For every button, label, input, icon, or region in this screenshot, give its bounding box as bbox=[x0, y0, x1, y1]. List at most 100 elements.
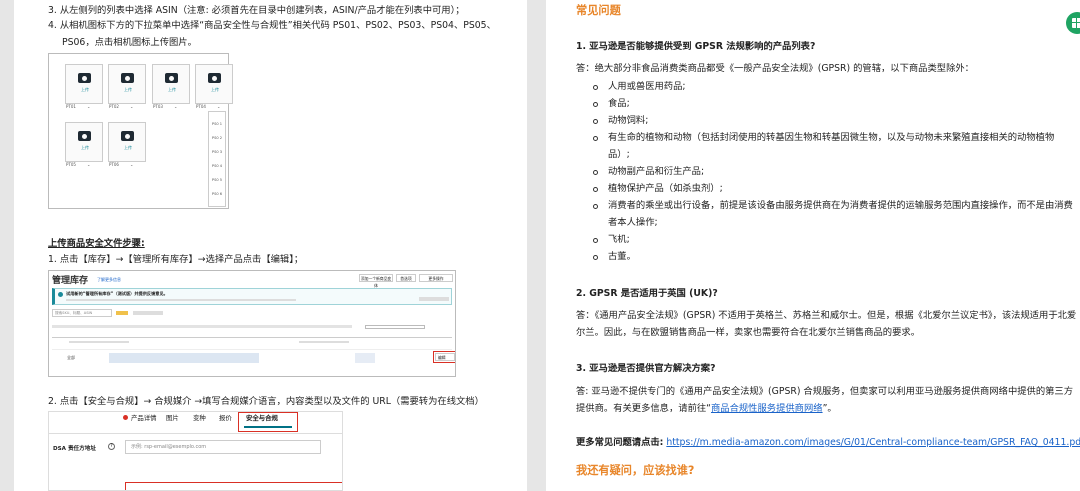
answer-3-line-2: 提供商。有关更多信息，请前往“商品合规性服务提供商网络”。 bbox=[576, 403, 837, 415]
exclusion-item: 食品; bbox=[608, 98, 630, 109]
photo-code[interactable]: PT02 bbox=[109, 104, 119, 109]
answer-1-intro: 答：绝大部分非食品消费类商品都受《一般产品安全法规》(GPSR) 的管辖，以下商… bbox=[576, 63, 974, 74]
camera-icon bbox=[121, 73, 134, 83]
inventory-row-label: 全部 bbox=[67, 355, 75, 360]
upload-step-1: 1. 点击【库存】→【管理所有库存】→选择产品点击【编辑】； bbox=[48, 254, 304, 265]
answer-3-prefix: 提供商。有关更多信息，请前往“ bbox=[576, 403, 711, 414]
highlight-box bbox=[125, 482, 342, 490]
inventory-search-input[interactable]: 搜索SKU、标题、ASIN bbox=[52, 309, 112, 317]
upload-label: 上传 bbox=[124, 87, 132, 92]
photo-slot[interactable]: 上传 bbox=[65, 64, 103, 104]
chevron-down-icon: ⌄ bbox=[130, 104, 134, 109]
dropdown-option[interactable]: PS0 4 bbox=[210, 164, 224, 168]
exclusion-item-cont: 品）; bbox=[608, 149, 630, 160]
document-page-left: 3. 从左侧列的列表中选择 ASIN（注意: 必须首先在目录中创建列表，ASIN… bbox=[14, 0, 527, 491]
inventory-title: 管理库存 bbox=[52, 276, 89, 286]
chevron-down-icon: ⌄ bbox=[130, 162, 134, 167]
dropdown-option[interactable]: PS0 2 bbox=[210, 136, 224, 140]
exclusion-item: 有生命的植物和动物（包括封闭使用的转基因生物和转基因微生物，以及与动物未来繁殖直… bbox=[608, 132, 1055, 143]
bullet bbox=[593, 255, 598, 260]
chevron-down-icon: ⌄ bbox=[87, 104, 91, 109]
highlight-box bbox=[433, 351, 455, 363]
camera-icon bbox=[208, 73, 221, 83]
exclusion-item: 人用或兽医用药品; bbox=[608, 81, 686, 92]
beta-notice: 试用新的“管理所有库存”（测试版）并提供反馈意见。 bbox=[52, 288, 452, 305]
camera-icon bbox=[121, 131, 134, 141]
add-variation-button[interactable]: 添加一个新商品变体 bbox=[359, 274, 393, 288]
answer-2-line-1: 答：《通用产品安全法规》(GPSR) 不适用于英格兰、苏格兰和威尔士。但是，根据… bbox=[576, 310, 1077, 321]
chevron-down-icon: ⌄ bbox=[217, 104, 221, 109]
bullet bbox=[593, 119, 598, 124]
dropdown-option[interactable]: PS0 3 bbox=[210, 150, 224, 154]
question-2: 2. GPSR 是否适用于英国 (UK)? bbox=[576, 288, 718, 299]
bullet bbox=[593, 136, 598, 141]
step-4-text-cont: PS06，点击相机图标上传图片。 bbox=[62, 37, 197, 48]
camera-icon bbox=[165, 73, 178, 83]
preferences-button[interactable]: 首选项 bbox=[396, 274, 416, 282]
question-1: 1. 亚马逊是否能够提供受到 GPSR 法规影响的产品列表? bbox=[576, 41, 816, 52]
exclusion-item: 植物保护产品（如杀虫剂）; bbox=[608, 183, 723, 194]
question-3: 3. 亚马逊是否提供官方解决方案? bbox=[576, 363, 716, 374]
inventory-learn-more[interactable]: 了解更多信息 bbox=[97, 277, 121, 283]
bullet bbox=[593, 187, 598, 192]
upload-label: 上传 bbox=[124, 145, 132, 150]
provider-network-link[interactable]: 商品合规性服务提供商网络 bbox=[711, 403, 823, 414]
photo-upload-screenshot: 上传 PT01 ⌄ 上传 PT02 ⌄ 上传 PT03 ⌄ 上传 PT04 ⌄ … bbox=[48, 53, 233, 209]
warning-icon bbox=[123, 415, 128, 420]
photo-code[interactable]: PT06 bbox=[109, 162, 119, 167]
dropdown-option[interactable]: PS0 6 bbox=[210, 192, 224, 196]
exclusion-item-cont: 者本人操作; bbox=[608, 217, 658, 228]
photo-code[interactable]: PT03 bbox=[153, 104, 163, 109]
photo-code[interactable]: PT04 bbox=[196, 104, 206, 109]
exclusion-item: 消费者的乘坐或出行设备，前提是该设备由服务提供商在为消费者提供的运输服务范围内直… bbox=[608, 200, 1073, 211]
exclusion-item: 动物饲料; bbox=[608, 115, 649, 126]
answer-3-suffix: ”。 bbox=[822, 403, 837, 414]
tab-product-details[interactable]: 产品详情 bbox=[131, 413, 157, 422]
sheets-icon[interactable] bbox=[1066, 12, 1080, 34]
compliance-screenshot: 产品详情 图片 变种 报价 安全与合规 DSA 责任方地址 ? 示例: rsp-… bbox=[48, 411, 343, 491]
help-icon[interactable]: ? bbox=[108, 443, 115, 450]
tab-offer[interactable]: 报价 bbox=[219, 413, 232, 422]
bullet bbox=[593, 102, 598, 107]
answer-2-line-2: 尔兰。因此，与在欧盟销售商品一样，卖家也需要符合在北爱尔兰销售商品的要求。 bbox=[576, 327, 920, 338]
upload-label: 上传 bbox=[81, 87, 89, 92]
photo-code[interactable]: PT01 bbox=[66, 104, 76, 109]
photo-slot[interactable]: 上传 bbox=[108, 122, 146, 162]
faq-pdf-link[interactable]: https://m.media-amazon.com/images/G/01/C… bbox=[666, 437, 1080, 448]
document-page-right: 常见问题 1. 亚马逊是否能够提供受到 GPSR 法规影响的产品列表? 答：绝大… bbox=[546, 0, 1080, 491]
upload-step-2: 2. 点击【安全与合规】→ 合规媒介 →填写合规媒介语言，内容类型以及文件的 U… bbox=[48, 396, 484, 407]
contact-title: 我还有疑问，应该找谁? bbox=[576, 464, 695, 477]
photo-slot[interactable]: 上传 bbox=[152, 64, 190, 104]
upload-label: 上传 bbox=[81, 145, 89, 150]
exclusion-item: 飞机; bbox=[608, 234, 630, 245]
photo-slot[interactable]: 上传 bbox=[108, 64, 146, 104]
more-actions-button[interactable]: 更多操作 bbox=[419, 274, 453, 282]
chevron-down-icon: ⌄ bbox=[174, 104, 178, 109]
dropdown-option[interactable]: PS0 1 bbox=[210, 122, 224, 126]
upload-label: 上传 bbox=[168, 87, 176, 92]
step-3-text: 3. 从左侧列的列表中选择 ASIN（注意: 必须首先在目录中创建列表，ASIN… bbox=[48, 5, 465, 16]
chevron-down-icon: ⌄ bbox=[87, 162, 91, 167]
notice-text: 试用新的“管理所有库存”（测试版）并提供反馈意见。 bbox=[66, 291, 168, 296]
dsa-address-input[interactable]: 示例: rsp-email@esemplo.com bbox=[125, 440, 321, 454]
more-faq-line: 更多常见问题请点击: https://m.media-amazon.com/im… bbox=[576, 437, 1080, 449]
photo-slot[interactable]: 上传 bbox=[195, 64, 233, 104]
more-faq-label: 更多常见问题请点击: bbox=[576, 437, 664, 448]
camera-icon bbox=[78, 131, 91, 141]
bullet bbox=[593, 204, 598, 209]
info-icon bbox=[58, 292, 63, 297]
tab-variations[interactable]: 变种 bbox=[193, 413, 206, 422]
photo-code[interactable]: PT05 bbox=[66, 162, 76, 167]
manage-inventory-screenshot: 管理库存 了解更多信息 添加一个新商品变体 首选项 更多操作 试用新的“管理所有… bbox=[48, 270, 456, 377]
tab-images[interactable]: 图片 bbox=[166, 413, 179, 422]
ps-code-dropdown[interactable]: PS0 1 PS0 2 PS0 3 PS0 4 PS0 5 PS0 6 bbox=[208, 111, 226, 207]
camera-icon bbox=[78, 73, 91, 83]
bullet bbox=[593, 170, 598, 175]
highlight-box bbox=[238, 412, 298, 432]
bullet bbox=[593, 85, 598, 90]
upload-heading: 上传商品安全文件步骤: bbox=[48, 238, 145, 249]
step-4-text: 4. 从相机图标下方的下拉菜单中选择“商品安全性与合规性”相关代码 PS01、P… bbox=[48, 20, 496, 31]
photo-slot[interactable]: 上传 bbox=[65, 122, 103, 162]
dropdown-option[interactable]: PS0 5 bbox=[210, 178, 224, 182]
exclusion-item: 动物副产品和衍生产品; bbox=[608, 166, 705, 177]
